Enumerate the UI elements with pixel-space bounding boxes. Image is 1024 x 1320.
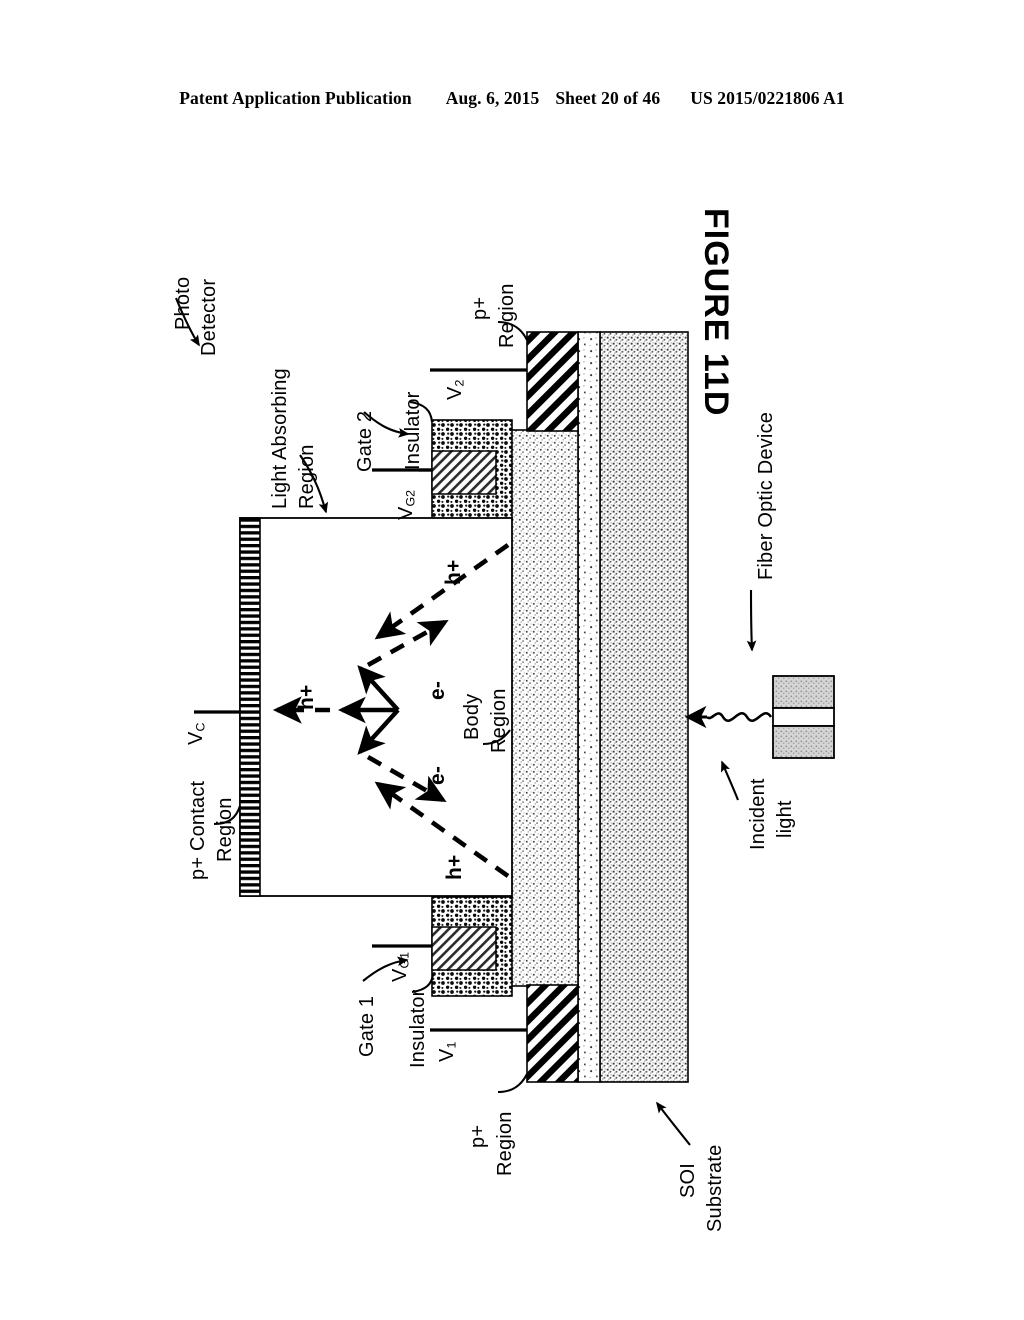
label-photo-detector-line1: Photo xyxy=(172,276,194,330)
label-vg2: VG2 xyxy=(395,489,418,520)
leader-fiber-optic xyxy=(746,589,757,652)
fiber-cladding-lower xyxy=(772,725,835,759)
patent-figure-page: Patent Application Publication Aug. 6, 20… xyxy=(0,0,1024,1320)
p-plus-region-top xyxy=(526,331,579,432)
label-hplus-mid: h+ xyxy=(295,684,318,711)
label-photo-detector-line2: Detector xyxy=(198,278,220,356)
label-soi-substrate-line2: Substrate xyxy=(704,1144,726,1232)
fiber-optic-device xyxy=(772,675,835,759)
leader-pplus-bottom xyxy=(497,1073,528,1094)
label-p-contact-line2: Region xyxy=(214,797,236,862)
label-pplus-top-line1: p+ xyxy=(469,296,491,320)
label-hplus-bottom: h+ xyxy=(443,854,466,881)
label-light-absorbing-line1: Light Absorbing xyxy=(269,368,291,509)
label-vg1: VG1 xyxy=(389,951,412,982)
p-plus-contact-region xyxy=(239,517,261,897)
label-insulator-top: Insulator xyxy=(402,391,424,470)
label-insulator-bottom: Insulator xyxy=(407,989,429,1068)
incident-light-ray xyxy=(684,705,773,729)
label-v1: V1 xyxy=(436,1041,459,1062)
label-gate2: Gate 2 xyxy=(354,410,376,472)
label-eminus-lower: e- xyxy=(426,765,449,785)
buried-oxide-layer xyxy=(577,331,601,1083)
label-v2: V2 xyxy=(444,379,467,400)
label-eminus-upper: e- xyxy=(426,680,449,700)
label-gate1: Gate 1 xyxy=(356,995,378,1057)
label-pplus-top-line2: Region xyxy=(496,283,518,348)
leader-soi-substrate xyxy=(656,1101,691,1146)
label-fiber-optic-device: Fiber Optic Device xyxy=(755,411,777,580)
top-silicon-layer xyxy=(509,429,579,987)
fiber-cladding-upper xyxy=(772,675,835,709)
label-soi-substrate-line1: SOI xyxy=(677,1162,699,1198)
label-p-contact-line1: p+ Contact xyxy=(187,780,209,880)
label-light-absorbing-line2: Region xyxy=(296,444,318,509)
label-body-region-line1: Body xyxy=(461,693,483,740)
label-pplus-bottom-line1: p+ xyxy=(467,1124,489,1148)
fiber-core xyxy=(772,707,835,727)
gate1-structure xyxy=(431,896,513,997)
soi-substrate-layer xyxy=(599,331,689,1083)
label-hplus-top: h+ xyxy=(442,559,465,586)
gate2-structure xyxy=(431,419,513,521)
light-wave xyxy=(706,712,773,722)
p-plus-region-bottom xyxy=(526,984,579,1083)
label-pplus-bottom-line2: Region xyxy=(494,1111,516,1176)
leader-incident-light xyxy=(721,760,739,801)
label-incident-light-line2: light xyxy=(774,800,796,838)
label-incident-light-line1: Incident xyxy=(747,778,769,850)
label-vc: VC xyxy=(185,722,208,746)
label-body-region-line2: Region xyxy=(488,688,510,753)
